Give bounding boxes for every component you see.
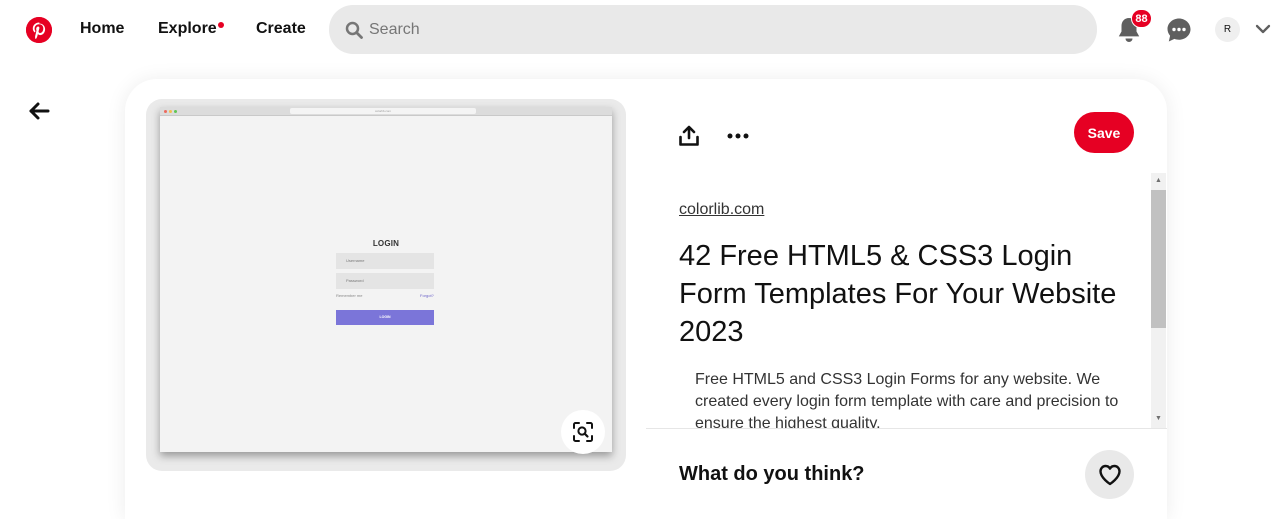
window-maximize-dot (174, 110, 177, 113)
more-icon[interactable] (726, 126, 750, 146)
login-heading: LOGIN (372, 239, 400, 248)
chat-icon[interactable] (1166, 17, 1192, 43)
window-close-dot (164, 110, 167, 113)
login-template-screenshot: colorlib.com LOGIN Username Password Rem… (160, 107, 612, 452)
remember-me-label: Remember me (336, 293, 363, 298)
comment-prompt: What do you think? (679, 463, 865, 485)
nav-explore-link[interactable]: Explore (158, 20, 217, 38)
back-arrow-icon[interactable] (28, 100, 50, 122)
search-input[interactable] (369, 5, 1069, 54)
pinterest-logo-icon[interactable] (26, 17, 52, 43)
react-button[interactable] (1085, 450, 1134, 499)
pin-image[interactable]: colorlib.com LOGIN Username Password Rem… (146, 99, 626, 471)
save-button[interactable]: Save (1074, 112, 1134, 153)
divider (646, 428, 1167, 429)
visual-search-icon (573, 422, 593, 442)
browser-chrome: colorlib.com (160, 107, 612, 116)
browser-url: colorlib.com (290, 108, 476, 114)
forgot-link: Forgot? (420, 293, 434, 298)
visual-search-button[interactable] (561, 410, 605, 454)
explore-notification-dot (218, 22, 224, 28)
scrollbar-thumb[interactable] (1151, 190, 1166, 328)
login-button: LOGIN (336, 310, 434, 325)
share-icon[interactable] (678, 125, 700, 147)
avatar[interactable]: R (1215, 17, 1240, 42)
scroll-down-arrow-icon[interactable]: ▼ (1151, 414, 1166, 424)
nav-home-link[interactable]: Home (80, 20, 124, 38)
nav-create-link[interactable]: Create (256, 20, 306, 38)
window-minimize-dot (169, 110, 172, 113)
search-icon (345, 21, 363, 39)
heart-icon (1098, 464, 1121, 485)
source-link[interactable]: colorlib.com (679, 201, 764, 219)
pin-title: 42 Free HTML5 & CSS3 Login Form Template… (679, 240, 1117, 348)
details-scrollbar[interactable]: ▲ ▼ (1151, 173, 1166, 429)
notification-count-badge: 88 (1131, 9, 1152, 28)
pin-description: Free HTML5 and CSS3 Login Forms for any … (695, 371, 1119, 428)
password-field: Password (336, 273, 434, 289)
username-field: Username (336, 253, 434, 269)
top-navigation-bar: Home Explore Create 88 R (0, 0, 1280, 60)
search-bar[interactable] (329, 5, 1097, 54)
chevron-down-icon[interactable] (1255, 23, 1271, 35)
scroll-up-arrow-icon[interactable]: ▲ (1151, 176, 1166, 186)
